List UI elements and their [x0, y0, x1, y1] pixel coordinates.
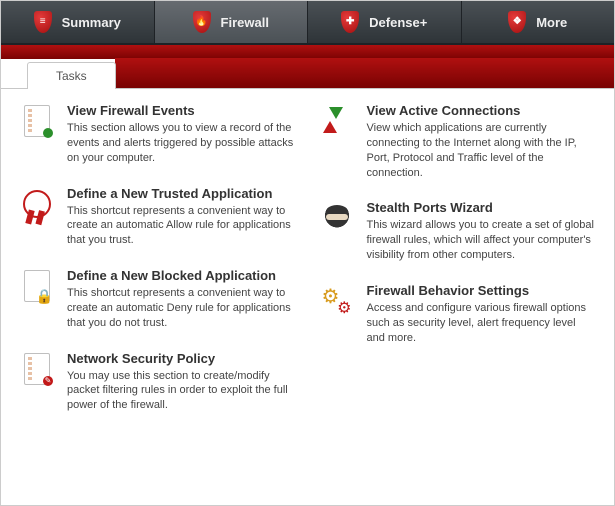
task-network-security-policy[interactable]: Network Security Policy You may use this… [19, 351, 297, 414]
tab-firewall[interactable]: 🔥 Firewall [155, 1, 309, 43]
tab-summary[interactable]: ≡ Summary [1, 1, 155, 43]
task-view-active-connections[interactable]: View Active Connections View which appli… [319, 103, 597, 180]
task-title: Define a New Trusted Application [67, 186, 297, 201]
tab-label: Defense+ [369, 15, 427, 30]
subtab-tasks[interactable]: Tasks [27, 62, 116, 89]
task-title: Firewall Behavior Settings [367, 283, 597, 298]
task-define-trusted-app[interactable]: Define a New Trusted Application This sh… [19, 186, 297, 249]
tab-label: Firewall [221, 15, 269, 30]
task-desc: This shortcut represents a convenient wa… [67, 204, 297, 249]
accent-bar [1, 45, 614, 59]
left-column: View Firewall Events This section allows… [19, 103, 297, 491]
shield-icon: ≡ [34, 11, 54, 33]
task-stealth-ports-wizard[interactable]: Stealth Ports Wizard This wizard allows … [319, 200, 597, 263]
firewall-window: ≡ Summary 🔥 Firewall ✚ Defense+ ❖ More T… [0, 0, 615, 506]
right-column: View Active Connections View which appli… [319, 103, 597, 491]
main-tabbar: ≡ Summary 🔥 Firewall ✚ Defense+ ❖ More [1, 1, 614, 45]
shield-more-icon: ❖ [508, 11, 528, 33]
subtab-row: Tasks [1, 58, 614, 88]
task-title: Define a New Blocked Application [67, 268, 297, 283]
task-desc: Access and configure various firewall op… [367, 301, 597, 346]
task-desc: This section allows you to view a record… [67, 121, 297, 166]
tab-more[interactable]: ❖ More [462, 1, 615, 43]
task-desc: This shortcut represents a convenient wa… [67, 286, 297, 331]
lock-icon [19, 268, 55, 304]
tab-label: More [536, 15, 567, 30]
content-area: View Firewall Events This section allows… [1, 88, 614, 505]
task-desc: This wizard allows you to create a set o… [367, 218, 597, 263]
task-firewall-behavior-settings[interactable]: Firewall Behavior Settings Access and co… [319, 283, 597, 346]
task-title: View Firewall Events [67, 103, 297, 118]
task-title: Stealth Ports Wizard [367, 200, 597, 215]
stealth-icon [319, 200, 355, 236]
shield-fire-icon: 🔥 [193, 11, 213, 33]
task-title: Network Security Policy [67, 351, 297, 366]
gears-icon [319, 283, 355, 319]
task-view-firewall-events[interactable]: View Firewall Events This section allows… [19, 103, 297, 166]
policy-icon [19, 351, 55, 387]
log-icon [19, 103, 55, 139]
subtab-fill [115, 58, 614, 88]
tab-label: Summary [62, 15, 121, 30]
shield-plus-icon: ✚ [341, 11, 361, 33]
task-desc: View which applications are currently co… [367, 121, 597, 180]
ribbon-icon [19, 186, 55, 222]
connections-icon [319, 103, 355, 139]
tab-defense[interactable]: ✚ Defense+ [308, 1, 462, 43]
task-title: View Active Connections [367, 103, 597, 118]
task-desc: You may use this section to create/modif… [67, 369, 297, 414]
task-define-blocked-app[interactable]: Define a New Blocked Application This sh… [19, 268, 297, 331]
